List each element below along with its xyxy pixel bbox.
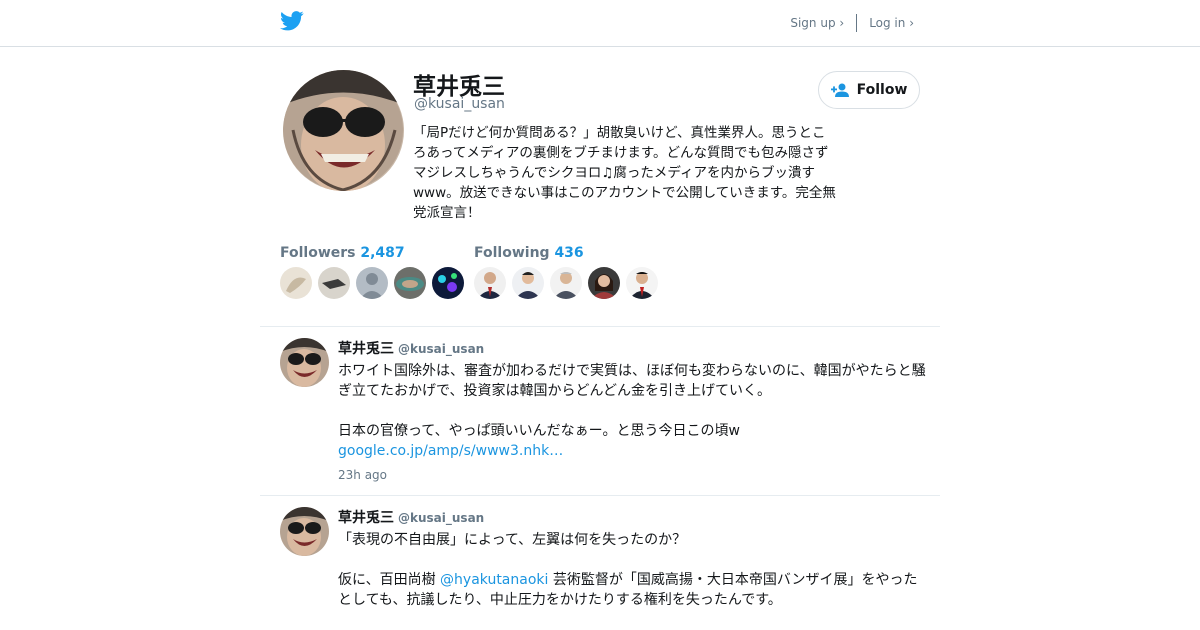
following-avatars: [474, 267, 658, 299]
profile-avatar[interactable]: [283, 70, 404, 191]
following-avatar[interactable]: [588, 267, 620, 299]
followers-count: 2,487: [360, 245, 405, 261]
following-avatar[interactable]: [626, 267, 658, 299]
follower-avatar[interactable]: [318, 267, 350, 299]
tweet-paragraph: 日本の官僚って、やっぱ頭いいんだなぁー。と思う今日この頃w: [338, 423, 740, 439]
tweet-author-name[interactable]: 草井兎三: [338, 341, 394, 357]
follower-avatar[interactable]: [394, 267, 426, 299]
tweet-item[interactable]: 草井兎三 @kusai_usan 「表現の不自由展」によって、左翼は何を失ったのか…: [260, 495, 940, 630]
following-avatar[interactable]: [550, 267, 582, 299]
followers-stat[interactable]: Followers 2,487: [280, 245, 405, 261]
tweet-paragraph: 仮に、百田尚樹 @hyakutanaoki 芸術監督が「国威高揚・大日本帝国バン…: [338, 570, 930, 610]
following-avatar[interactable]: [474, 267, 506, 299]
followers-label: Followers: [280, 245, 356, 261]
mention-link[interactable]: @hyakutanaoki: [440, 572, 548, 588]
tweet-text: 「表現の不自由展」によって、左翼は何を失ったのか？ 仮に、百田尚樹 @hyaku…: [338, 530, 930, 610]
tweet-text-span: 仮に、百田尚樹: [338, 572, 441, 588]
tweet-timestamp[interactable]: 23h ago: [338, 468, 387, 482]
profile-handle[interactable]: @kusai_usan: [414, 96, 505, 112]
tweet-paragraph: 「表現の不自由展」によって、左翼は何を失ったのか？: [338, 532, 687, 548]
following-count: 436: [554, 245, 584, 261]
add-user-icon: [830, 83, 849, 97]
follow-button[interactable]: Follow: [818, 71, 920, 109]
profile-bio: 「局Pだけど何か質問ある？」胡散臭いけど、真性業界人。思うところあってメディアの…: [413, 125, 836, 221]
login-link[interactable]: Log in ›: [869, 16, 914, 30]
tweet-avatar[interactable]: [280, 338, 329, 387]
follow-label: Follow: [856, 82, 908, 98]
divider: [856, 14, 858, 32]
tweet-author-name[interactable]: 草井兎三: [338, 510, 394, 526]
tweet-author-handle[interactable]: @kusai_usan: [398, 342, 484, 356]
tweet-paragraph: ホワイト国除外は、審査が加わるだけで実質は、ほぼ何も変わらないのに、韓国がやたら…: [338, 363, 926, 399]
follower-avatar[interactable]: [280, 267, 312, 299]
tweet-header: 草井兎三 @kusai_usan: [338, 338, 484, 358]
auth-links: Sign up › Log in ›: [790, 14, 914, 32]
twitter-bird-icon[interactable]: [280, 11, 304, 31]
tweet-author-handle[interactable]: @kusai_usan: [398, 511, 484, 525]
follower-avatar[interactable]: [432, 267, 464, 299]
following-label: Following: [474, 245, 550, 261]
tweet-item[interactable]: 草井兎三 @kusai_usan ホワイト国除外は、審査が加わるだけで実質は、ほぼ…: [260, 326, 940, 495]
following-stat[interactable]: Following 436: [474, 245, 584, 261]
tweet-avatar[interactable]: [280, 507, 329, 556]
follower-avatar[interactable]: [356, 267, 388, 299]
signup-link[interactable]: Sign up ›: [790, 16, 844, 30]
following-avatar[interactable]: [512, 267, 544, 299]
tweet-header: 草井兎三 @kusai_usan: [338, 507, 484, 527]
tweet-link[interactable]: google.co.jp/amp/s/www3.nhk…: [338, 443, 563, 459]
followers-avatars: [280, 267, 464, 299]
top-bar: Sign up › Log in ›: [0, 0, 1200, 47]
tweet-text: ホワイト国除外は、審査が加わるだけで実質は、ほぼ何も変わらないのに、韓国がやたら…: [338, 361, 930, 461]
